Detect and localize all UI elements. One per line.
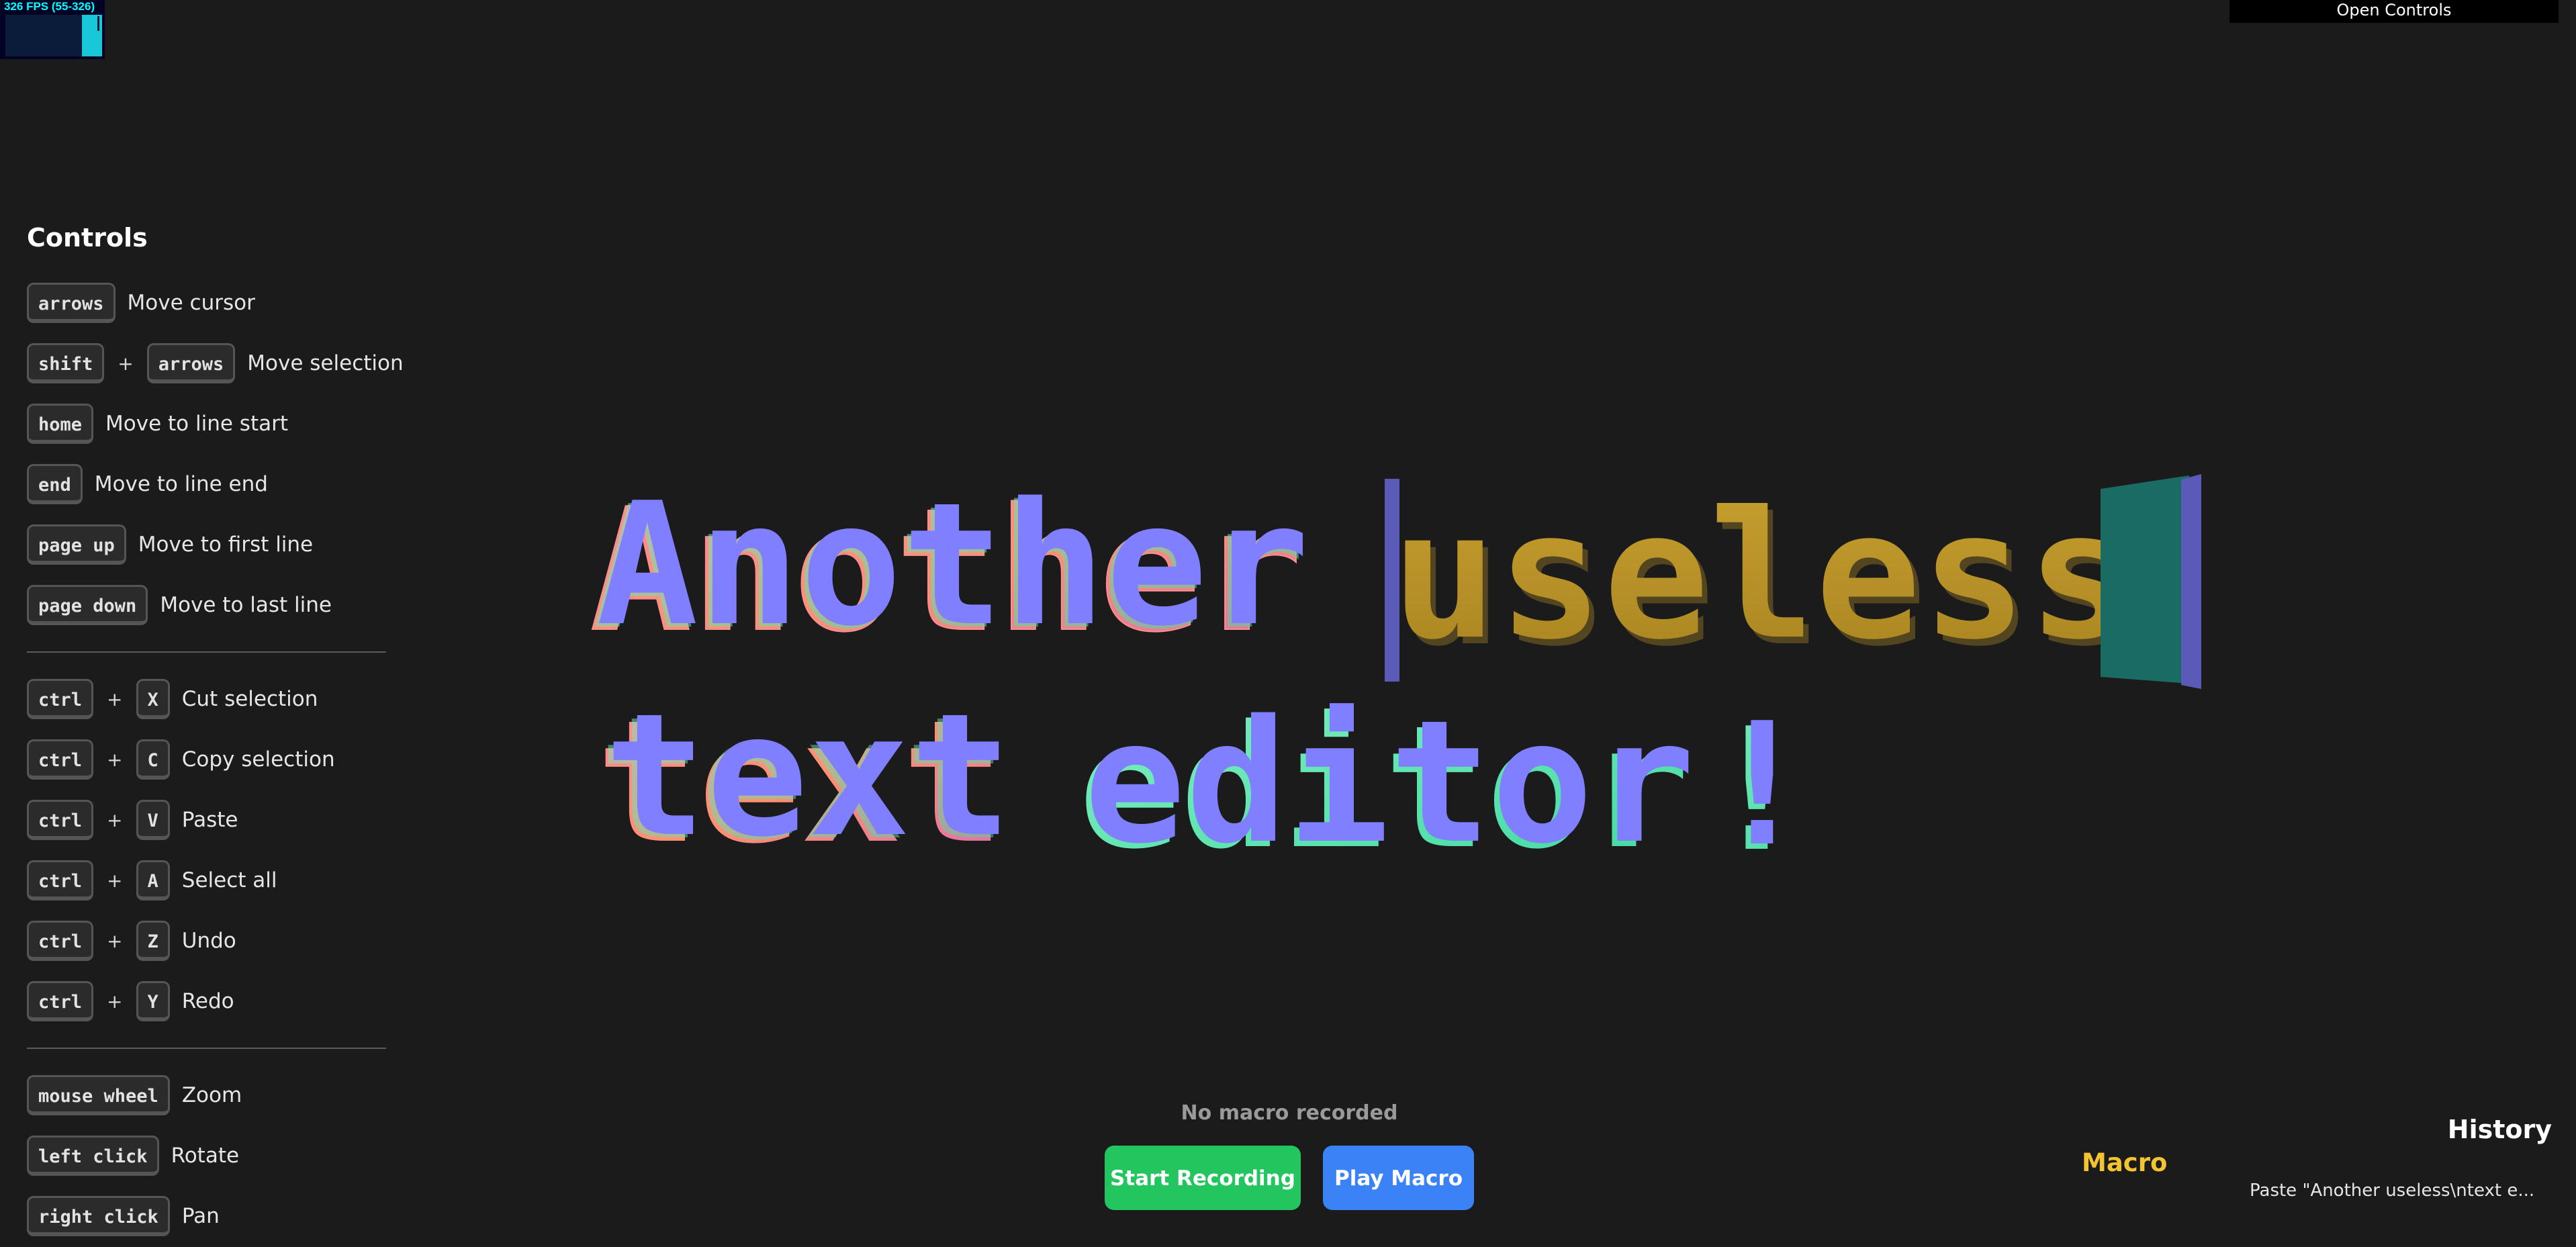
fps-label: 326 FPS (55-326) — [4, 0, 95, 13]
text-cursor — [1385, 479, 1399, 682]
line2-word-text: text — [604, 678, 1012, 874]
control-description: Rotate — [171, 1144, 240, 1168]
controls-divider — [27, 1048, 386, 1049]
key-ctrl: ctrl — [27, 860, 94, 900]
editor-3d-viewport[interactable]: Another Another Another useless useless … — [0, 0, 2576, 1247]
control-row: ctrl + C Copy selection — [27, 729, 386, 790]
key-ctrl: ctrl — [27, 800, 94, 840]
line1-word-useless-shadow: useless — [1397, 480, 2138, 685]
control-description: Move to first line — [138, 533, 314, 557]
key-arrows: arrows — [27, 283, 116, 323]
control-row: end Move to line end — [27, 454, 386, 514]
fps-stats-panel[interactable]: 326 FPS (55-326) — [0, 0, 105, 59]
key-arrows: arrows — [146, 343, 236, 383]
line1-word-another: Another — [596, 467, 1309, 663]
key-left-click: left click — [27, 1136, 159, 1176]
fps-graph-bar — [82, 15, 102, 56]
line1-word-another-side: Another — [590, 473, 1303, 669]
control-description: Paste — [181, 808, 238, 832]
key-ctrl: ctrl — [27, 739, 94, 780]
controls-divider — [27, 651, 386, 653]
control-row: shift + arrows Move selection — [27, 333, 404, 394]
key-page-up: page up — [27, 524, 126, 565]
control-description: Move to last line — [160, 593, 332, 617]
controls-camera-group: mouse wheel Zoom left click Rotate right… — [27, 1065, 386, 1246]
fps-graph-tick — [97, 16, 99, 31]
control-description: Copy selection — [181, 747, 335, 772]
control-row: right click Pan — [27, 1186, 386, 1246]
control-row: mouse wheel Zoom — [27, 1065, 386, 1125]
control-row: ctrl + X Cut selection — [27, 669, 386, 729]
line2-exclamation-side: ! — [1706, 692, 1808, 889]
control-description: Move cursor — [127, 291, 255, 315]
line2-word-editor: editor — [1084, 684, 1695, 881]
key-mouse-wheel: mouse wheel — [27, 1075, 170, 1115]
key-right-click: right click — [27, 1196, 170, 1236]
history-title: History — [2447, 1115, 2552, 1144]
control-row: left click Rotate — [27, 1125, 386, 1186]
control-description: Undo — [181, 929, 236, 953]
control-description: Pan — [181, 1204, 220, 1228]
key-shift: shift — [27, 343, 105, 383]
control-description: Zoom — [181, 1083, 242, 1107]
line2-word-editor-side: editor — [1078, 690, 1690, 886]
key-v: V — [136, 800, 170, 840]
line2-exclamation: ! — [1711, 687, 1813, 884]
plus-sign: + — [107, 688, 123, 710]
open-controls-button[interactable]: Open Controls — [2229, 0, 2559, 23]
start-recording-button[interactable]: Start Recording — [1105, 1146, 1301, 1210]
editor-line-1: Another Another Another useless useless — [589, 467, 2201, 689]
app-root: Another Another Another useless useless … — [0, 0, 2576, 1247]
key-y: Y — [136, 981, 170, 1021]
plus-sign: + — [107, 990, 123, 1013]
control-row: ctrl + Z Undo — [27, 911, 386, 971]
key-a: A — [136, 860, 170, 900]
line2-word-text-side2: text — [599, 681, 1007, 878]
plus-sign: + — [107, 748, 123, 771]
plus-sign: + — [107, 809, 123, 831]
plus-sign: + — [118, 352, 134, 375]
editor-line-2: text text text editor editor ! ! — [596, 678, 1813, 889]
line2-word-text-side: text — [596, 684, 1004, 881]
key-end: end — [27, 464, 83, 504]
selection-end-block — [2101, 475, 2189, 684]
key-page-down: page down — [27, 585, 148, 625]
controls-title: Controls — [27, 223, 148, 252]
control-row: home Move to line start — [27, 394, 386, 454]
key-home: home — [27, 404, 94, 444]
plus-sign: + — [107, 929, 123, 952]
control-row: ctrl + A Select all — [27, 850, 386, 911]
play-macro-button[interactable]: Play Macro — [1323, 1146, 1474, 1210]
control-row: page up Move to first line — [27, 514, 386, 575]
controls-panel: Controls arrows Move cursor shift + arro… — [27, 215, 404, 1246]
control-description: Select all — [181, 868, 277, 892]
history-item[interactable]: Paste "Another useless\ntext e... — [2250, 1181, 2559, 1201]
control-row: ctrl + V Paste — [27, 790, 386, 850]
fps-graph — [5, 15, 102, 56]
key-ctrl: ctrl — [27, 921, 94, 961]
line1-word-another-side2: Another — [592, 470, 1305, 667]
control-row: arrows Move cursor — [27, 273, 386, 333]
key-z: Z — [136, 921, 170, 961]
line1-word-useless: useless — [1391, 473, 2133, 678]
plus-sign: + — [107, 869, 123, 892]
selection-end-cursor — [2181, 474, 2201, 689]
controls-editing-group: ctrl + X Cut selection ctrl + C Copy sel… — [27, 669, 386, 1031]
key-c: C — [136, 739, 170, 780]
control-row: ctrl + Y Redo — [27, 971, 386, 1031]
controls-navigation-group: arrows Move cursor shift + arrows Move s… — [27, 273, 404, 635]
control-row: page down Move to last line — [27, 575, 386, 635]
control-description: Move selection — [247, 351, 404, 375]
key-ctrl: ctrl — [27, 679, 94, 719]
key-x: X — [136, 679, 170, 719]
control-description: Move to line start — [105, 412, 288, 436]
control-description: Redo — [181, 989, 234, 1013]
control-description: Move to line end — [94, 472, 268, 496]
key-ctrl: ctrl — [27, 981, 94, 1021]
macro-status: No macro recorded — [1181, 1101, 1398, 1125]
control-description: Cut selection — [181, 687, 318, 711]
macro-title: Macro — [2082, 1148, 2168, 1177]
